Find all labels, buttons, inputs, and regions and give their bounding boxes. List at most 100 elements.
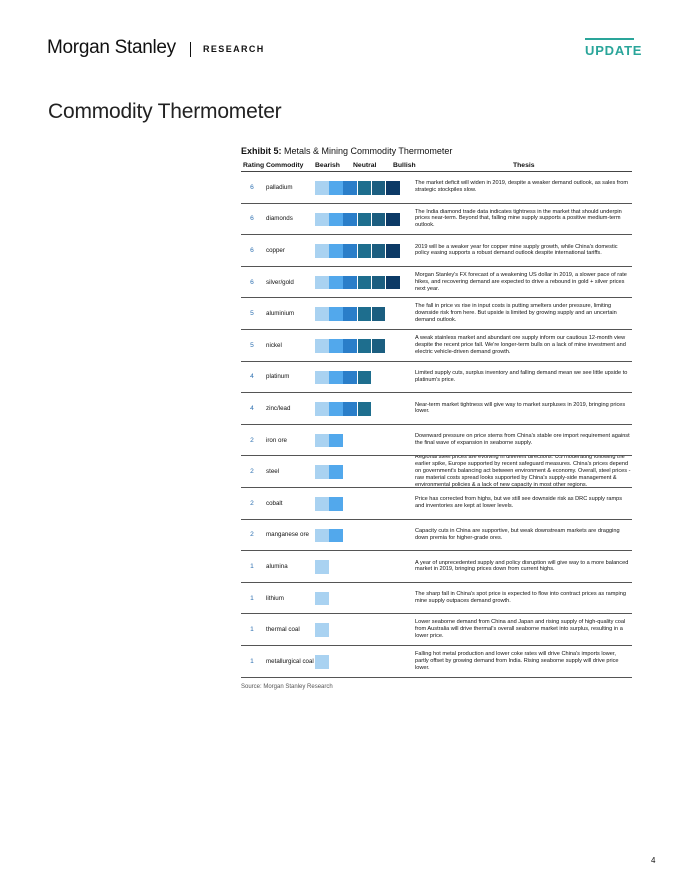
thermometer-square [329,244,343,258]
thermometer-square [329,465,343,479]
thesis-text-content: The sharp fall in China's spot price is … [415,591,626,605]
thermometer-square [329,307,343,321]
table-row: 6 palladium The market deficit will widen … [241,172,632,204]
thesis-text: Limited supply cuts, surplus inventory a… [415,362,631,393]
rating-value: 5 [250,341,254,349]
thermometer-square [371,212,386,227]
commodity-name: platinum [266,373,290,381]
rating-value: 6 [250,183,254,191]
thermometer-square [357,212,372,227]
thermometer-square [315,339,329,353]
table-row: 5 aluminium The fall in price vs rise in i… [241,298,632,330]
rating-value: 2 [250,436,254,444]
thermometer-square [357,244,372,258]
thermometer-square [329,528,343,543]
thesis-text: Price has corrected from highs, but we s… [415,488,631,519]
thermometer-square [329,370,343,385]
thesis-text: Morgan Stanley's FX forecast of a weaken… [415,267,631,298]
table-row: 1 metallurgical coal Falling hot metal pro… [241,646,632,678]
commodity-name: silver/gold [266,278,294,286]
thermometer-square [386,275,400,290]
thesis-text: The market deficit will widen in 2019, d… [415,172,631,203]
thesis-text: Lower seaborne demand from China and Jap… [415,614,631,645]
exhibit-label: Exhibit 5: [241,146,282,156]
thesis-text-content: Capacity cuts in China are supportive, b… [415,527,620,541]
thermometer-square [329,402,343,416]
commodity-name: diamonds [266,215,293,223]
thesis-text-content: The India diamond trade data indicates t… [415,208,622,229]
table-row: 6 diamonds The India diamond trade data in… [241,204,632,236]
source-note: Source: Morgan Stanley Research [241,684,333,690]
column-header-bearish: Bearish [315,162,340,169]
brand-logo: Morgan Stanley [47,37,176,58]
thesis-text: Near-term market tightness will give way… [415,393,631,424]
column-header-bullish: Bullish [393,162,416,169]
thermometer-square [371,244,386,258]
table-row: 6 copper 2019 will be a weaker year for co… [241,235,632,267]
rating-value: 6 [250,278,254,286]
commodity-name: nickel [266,341,282,349]
commodity-name: palladium [266,183,293,191]
table-row: 1 lithium The sharp fall in China's spot p… [241,583,632,615]
thermometer-square [343,244,357,258]
thermometer-square [315,402,329,416]
thesis-text-content: Morgan Stanley's FX forecast of a weaken… [415,271,627,292]
thermometer-square [315,465,329,479]
thermometer-square [315,528,329,543]
thesis-text-content: Regional steel prices are evolving in di… [415,456,631,487]
column-header-rating: Rating [243,162,265,169]
thermometer-square [315,497,329,511]
column-header-commodity: Commodity [266,162,304,169]
section-label: RESEARCH [203,44,265,54]
commodity-name: zinc/lead [266,404,291,412]
thermometer-square [371,339,386,353]
commodity-name: iron ore [266,436,287,444]
thermometer-square [371,307,386,321]
thermometer-square [357,181,372,195]
thermometer-square [315,433,329,448]
update-accent-bar [585,38,634,40]
rating-value: 2 [250,468,254,476]
thermometer-square [329,339,343,353]
thermometer-square [357,307,372,321]
thermometer-square [315,181,329,195]
table-row: 2 cobalt Price has corrected from highs, b… [241,488,632,520]
column-header-thesis: Thesis [513,162,535,169]
rating-value: 1 [250,657,254,665]
table-row: 1 thermal coal Lower seaborne demand from … [241,614,632,646]
table-row: 6 silver/gold Morgan Stanley's FX forecast… [241,267,632,299]
thermometer-square [371,275,386,290]
thesis-text-content: Downward pressure on price stems from Ch… [415,433,630,447]
commodity-name: cobalt [266,499,283,507]
thermometer-square [357,339,372,353]
commodity-name: alumina [266,562,288,570]
thesis-text: The fall in price vs rise in input costs… [415,298,631,329]
thermometer-square [343,402,357,416]
rating-value: 6 [250,246,254,254]
exhibit-title: Metals & Mining Commodity Thermometer [284,146,453,156]
rating-value: 1 [250,626,254,634]
thermometer-square [343,307,357,321]
table-row: 4 zinc/lead Near-term market tightness wil… [241,393,632,425]
thesis-text-content: Falling hot metal production and lower c… [415,650,619,671]
thesis-text: The India diamond trade data indicates t… [415,204,631,235]
thermometer-square [357,402,372,416]
commodity-name: copper [266,246,285,254]
commodity-name: aluminium [266,310,295,318]
commodity-name: steel [266,468,280,476]
page-number: 4 [651,856,656,865]
thesis-text: 2019 will be a weaker year for copper mi… [415,235,631,266]
thermometer-square [329,275,343,290]
commodity-name: lithium [266,594,284,602]
thermometer-square [315,623,329,637]
thesis-text-content: The fall in price vs rise in input costs… [415,303,617,324]
exhibit-caption: Exhibit 5: Metals & Mining Commodity The… [241,146,452,156]
thermometer-square [329,212,343,227]
thermometer-square [343,275,357,290]
thesis-text-content: A weak stainless market and abundant ore… [415,334,626,355]
table-row: 2 manganese ore Capacity cuts in China are… [241,520,632,552]
thesis-text: Capacity cuts in China are supportive, b… [415,520,631,551]
thesis-text: The sharp fall in China's spot price is … [415,583,631,614]
thermometer-square [357,275,372,290]
thesis-text-content: Lower seaborne demand from China and Jap… [415,619,626,640]
